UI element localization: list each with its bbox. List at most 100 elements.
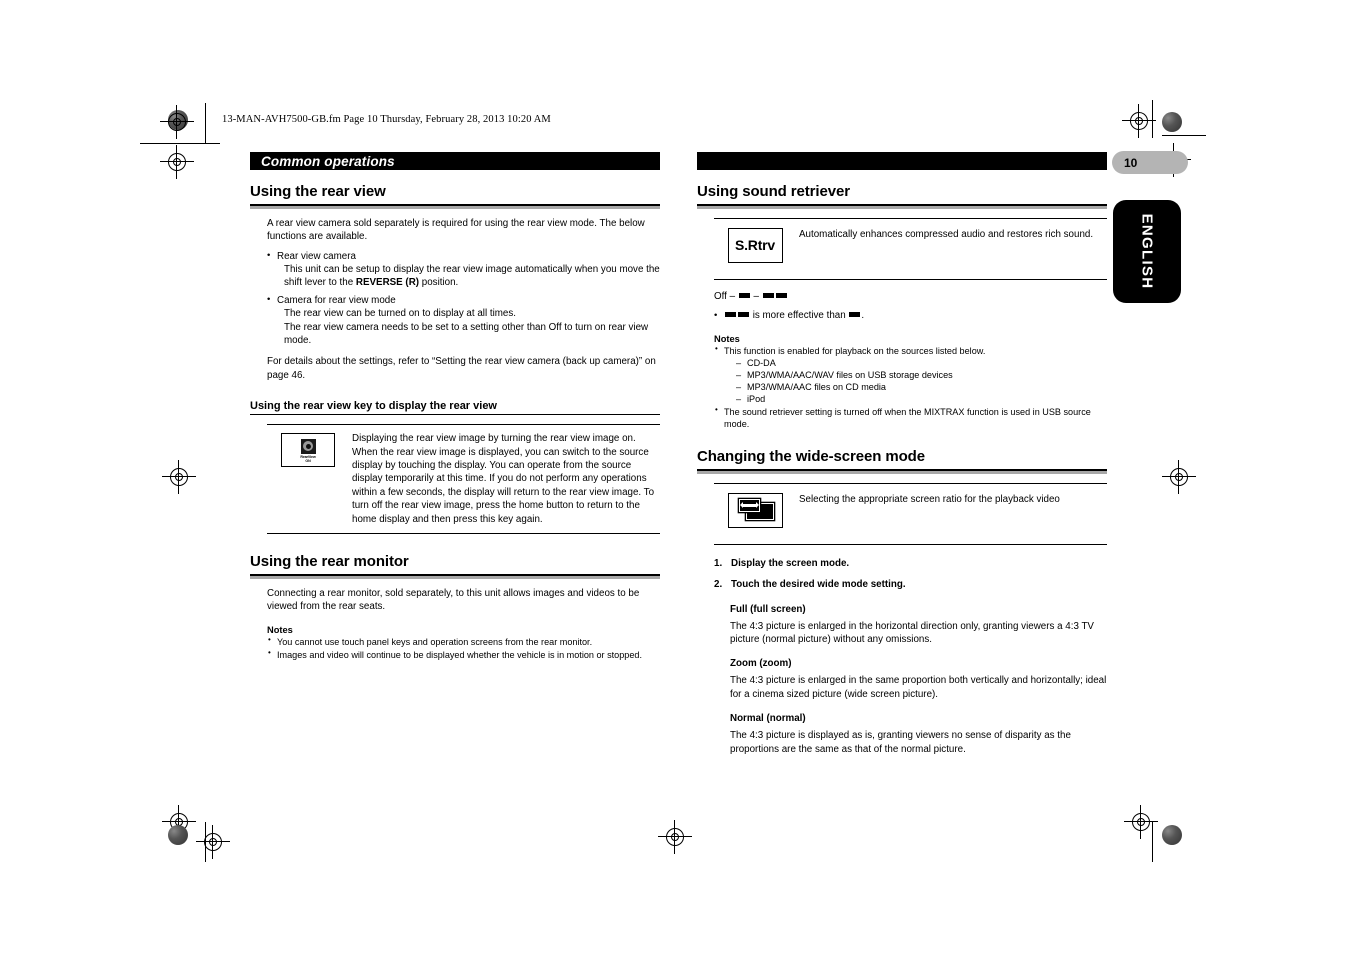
list-item-effectiveness: is more effective than . <box>714 309 1107 322</box>
camera-lens-icon <box>300 438 316 454</box>
bullet-body-text-b: position. <box>419 277 459 289</box>
rear-view-key-table: RearView ON Displaying the rear view ima… <box>267 424 660 534</box>
mode-body-zoom: The 4:3 picture is enlarged in the same … <box>730 675 1107 700</box>
sound-retriever-notes-label: Notes <box>714 333 740 344</box>
rear-monitor-intro: Connecting a rear monitor, sold separate… <box>267 587 640 613</box>
list-item-source: MP3/WMA/AAC files on CD media <box>736 381 1107 393</box>
rear-view-key-icon-cell: RearView ON <box>267 432 349 468</box>
list-item-note: You cannot use touch panel keys and oper… <box>267 635 660 648</box>
wide-screen-mode-icon[interactable] <box>727 492 783 528</box>
level-bar-icon <box>738 312 749 318</box>
rear-view-intro: A rear view camera sold separately is re… <box>267 217 645 243</box>
heading-using-the-rear-view: Using the rear view <box>250 183 386 200</box>
mode-term-full: Full (full screen) <box>730 603 806 615</box>
bullet-body-camera-mode-line2: The rear view camera needs to be set to … <box>284 321 649 346</box>
fm-header-line: 13-MAN-AVH7500-GB.fm Page 10 Thursday, F… <box>222 114 551 125</box>
page-number-badge: 10 <box>1112 151 1188 174</box>
language-tab-english: ENGLISH <box>1113 200 1181 303</box>
registration-dot-top-right <box>1162 112 1182 132</box>
heading-rule-gray-retriever <box>697 205 1107 209</box>
effectiveness-text-end: . <box>861 310 865 322</box>
heading-using-the-rear-monitor: Using the rear monitor <box>250 553 409 570</box>
registration-crosshair-middle-left <box>162 460 196 494</box>
sound-retriever-notes-list: This function is enabled for playback on… <box>714 344 1107 431</box>
wide-screen-description: Selecting the appropriate screen ratio f… <box>799 493 1060 505</box>
rear-view-details-reference: For details about the settings, refer to… <box>267 356 656 381</box>
sound-retriever-description: Automatically enhances compressed audio … <box>799 228 1094 240</box>
note-text-sources-intro: This function is enabled for playback on… <box>724 345 986 356</box>
running-head-bar-right <box>697 152 1107 170</box>
registration-crosshair-top-left <box>160 105 194 139</box>
rearview-icon-caption: RearView ON <box>300 455 315 463</box>
heading-rule-gray-widescreen <box>697 470 1107 474</box>
rearview-icon-caption-line2: ON <box>305 458 311 463</box>
list-item-step: Display the screen mode. <box>714 557 850 571</box>
wide-screen-steps-list: Display the screen mode. Touch the desir… <box>714 557 1107 592</box>
registration-line-bottom-right-vertical <box>1152 822 1153 862</box>
right-column: Using sound retriever S.Rtrv Automatical… <box>697 152 1107 756</box>
wide-screen-key-icon-cell <box>714 492 796 528</box>
rear-monitor-notes-label: Notes <box>267 624 293 635</box>
list-item-note: Images and video will continue to be dis… <box>267 648 660 661</box>
list-item-step: Touch the desired wide mode setting. <box>714 578 906 592</box>
bullet-title-camera-mode: Camera for rear view mode <box>277 294 396 306</box>
rear-monitor-notes-list: You cannot use touch panel keys and oper… <box>267 635 660 661</box>
language-tab-label: ENGLISH <box>1138 213 1156 290</box>
registration-crosshair-middle-right <box>1162 460 1196 494</box>
level-scale-separator: – <box>750 290 762 302</box>
subheading-rear-view-key: Using the rear view key to display the r… <box>250 400 660 416</box>
registration-crosshair-top-right <box>1122 104 1156 138</box>
list-item-camera-for-rear-view-mode: Camera for rear view mode The rear view … <box>267 293 660 348</box>
sound-retriever-source-list: CD-DA MP3/WMA/AAC/WAV files on USB stora… <box>736 357 1107 405</box>
wide-screen-key-table: Selecting the appropriate screen ratio f… <box>714 482 1107 545</box>
mode-term-zoom: Zoom (zoom) <box>730 658 792 670</box>
list-item-note: The sound retriever setting is turned of… <box>714 405 1107 430</box>
heading-using-sound-retriever: Using sound retriever <box>697 183 850 200</box>
heading-rule-gray <box>250 205 660 209</box>
bullet-body-camera-mode-line1: The rear view can be turned on to displa… <box>284 308 516 320</box>
registration-crosshair-bottom-center <box>658 820 692 854</box>
horizontal-arrow-icon <box>739 501 759 508</box>
left-column: Common operations Using the rear view A … <box>250 152 660 661</box>
rearview-on-icon[interactable]: RearView ON <box>281 433 335 468</box>
level-bar-icon <box>775 292 787 298</box>
list-item-source: iPod <box>736 393 1107 405</box>
level-bar-icon <box>738 292 750 298</box>
sound-retriever-effectiveness-list: is more effective than . <box>714 309 1107 322</box>
level-bar-icon <box>849 312 861 318</box>
bullet-title-rear-view-camera: Rear view camera <box>277 250 356 262</box>
screen-rect-front-icon <box>738 498 760 512</box>
bullet-body-rear-view-camera: This unit can be setup to display the re… <box>277 263 660 290</box>
bullet-body-text-a: This unit can be setup to display the re… <box>284 263 660 289</box>
registration-dot-bottom-right <box>1162 825 1182 845</box>
mode-body-full: The 4:3 picture is enlarged in the horiz… <box>730 620 1094 646</box>
list-item-rear-view-camera: Rear view camera This unit can be setup … <box>267 249 660 290</box>
registration-dot-bottom-left <box>168 825 188 845</box>
registration-crosshair-upper-left <box>160 145 194 179</box>
heading-rule-gray-monitor <box>250 575 660 579</box>
bullet-body-bold-reverse: REVERSE (R) <box>355 277 420 289</box>
sound-retriever-level-scale: Off – – <box>714 290 1107 303</box>
running-head-bar: Common operations <box>250 152 660 170</box>
rear-view-key-description: Displaying the rear view image by turnin… <box>352 433 655 525</box>
sound-retriever-key-table: S.Rtrv Automatically enhances compressed… <box>714 217 1107 280</box>
registration-line-upper-right-horizontal <box>1162 135 1206 136</box>
level-bar-icon <box>725 312 736 318</box>
running-head-title: Common operations <box>261 153 395 169</box>
rear-view-bullet-list: Rear view camera This unit can be setup … <box>267 249 660 348</box>
effectiveness-text-mid: is more effective than <box>750 310 849 322</box>
registration-line-upper-left-horizontal <box>140 143 220 144</box>
registration-line-top-left-vertical <box>205 103 206 143</box>
sound-retriever-key-icon-cell: S.Rtrv <box>714 227 796 263</box>
mode-term-normal: Normal (normal) <box>730 713 806 725</box>
level-bar-icon <box>762 292 774 298</box>
sound-retriever-key-icon[interactable]: S.Rtrv <box>727 227 783 263</box>
list-item-source: CD-DA <box>736 357 1107 369</box>
heading-changing-wide-screen-mode: Changing the wide-screen mode <box>697 448 925 466</box>
list-item-note: This function is enabled for playback on… <box>714 344 1107 405</box>
mode-body-normal: The 4:3 picture is displayed as is, gran… <box>730 730 1071 755</box>
list-item-source: MP3/WMA/AAC/WAV files on USB storage dev… <box>736 369 1107 381</box>
registration-line-top-right-vertical <box>1152 100 1153 138</box>
registration-crosshair-bottom-left <box>196 825 230 859</box>
level-scale-prefix: Off – <box>714 290 738 302</box>
